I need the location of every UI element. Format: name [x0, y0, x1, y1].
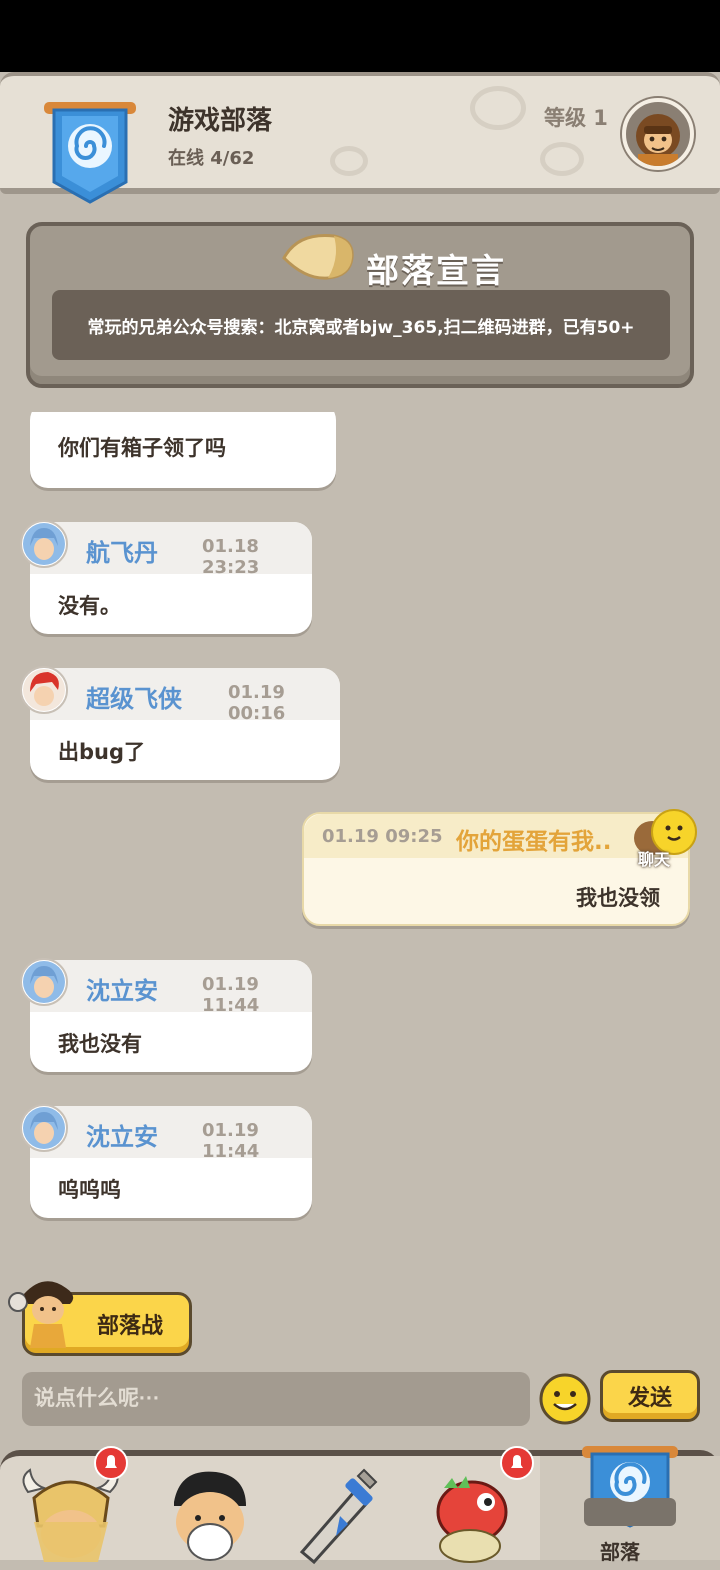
my-name: 你的蛋蛋有我.. — [456, 829, 612, 855]
caveman-avatar-icon — [636, 114, 680, 166]
sender-name[interactable]: 航飞丹 — [86, 533, 158, 568]
message-time: 01.18 23:23 — [202, 536, 260, 578]
sender-name[interactable]: 超级飞侠 — [86, 679, 182, 714]
nav-label-tribe: 部落 — [600, 1540, 640, 1564]
sender-avatar[interactable] — [20, 666, 68, 714]
chat-message: 超级飞侠 01.19 00:16 出bug了 — [30, 668, 340, 780]
message-text: 我也没有 — [58, 1032, 142, 1056]
tribe-leader-avatar-button[interactable] — [622, 98, 694, 170]
chat-message: 沈立安 01.19 11:44 呜呜呜 — [30, 1106, 312, 1218]
sender-avatar[interactable] — [20, 1104, 68, 1152]
tribe-manifesto-panel: 部落宣言 常玩的兄弟公众号搜索：北京窝或者bjw_365,扫二维码进群，已有50… — [26, 222, 694, 388]
chat-message-list[interactable]: 你们有箱子领了吗 航飞丹 01.18 23:23 没有。 超级飞侠 01.19 … — [0, 412, 720, 1252]
bottom-nav: 部落 — [0, 1446, 720, 1565]
horn-icon — [282, 233, 354, 280]
message-text: 出bug了 — [58, 740, 146, 764]
status-bar — [0, 0, 720, 72]
blue-hair-avatar-icon — [23, 523, 65, 565]
sender-avatar[interactable] — [20, 520, 68, 568]
message-text: 你们有箱子领了吗 — [58, 436, 226, 460]
manifesto-text: 常玩的兄弟公众号搜索：北京窝或者bjw_365,扫二维码进群，已有50+ — [52, 290, 670, 360]
sender-name[interactable]: 沈立安 — [86, 971, 158, 1006]
chat-badge-label: 聊天 — [638, 850, 671, 869]
tribe-emblem-icon[interactable] — [42, 96, 138, 208]
notification-bell-icon — [500, 1446, 534, 1480]
sword-icon — [299, 1468, 378, 1565]
chat-message: 航飞丹 01.18 23:23 没有。 — [30, 522, 312, 634]
message-text: 没有。 — [58, 594, 121, 618]
sender-name[interactable]: 沈立安 — [86, 1117, 158, 1152]
tribe-level: 等级 1 — [544, 106, 608, 130]
online-count: 在线 4/62 — [168, 148, 255, 169]
chat-message: 你们有箱子领了吗 — [30, 412, 336, 488]
tribe-name: 游戏部落 — [168, 106, 273, 136]
message-time: 01.19 09:25 — [322, 826, 443, 847]
chat-input[interactable] — [22, 1372, 530, 1426]
emoji-icon[interactable] — [538, 1372, 592, 1426]
blue-hair-avatar-icon — [23, 1107, 65, 1149]
tribe-header: 游戏部落 在线 4/62 等级 1 — [0, 72, 720, 204]
tribe-emblem-icon — [582, 1446, 678, 1528]
decor-swirl — [540, 142, 584, 176]
message-time: 01.19 00:16 — [228, 682, 286, 724]
blue-hair-avatar-icon — [23, 961, 65, 1003]
message-text: 我也没领 — [576, 886, 660, 910]
caveman-warrior-icon — [8, 1281, 74, 1348]
decor-swirl — [330, 146, 368, 176]
message-time: 01.19 11:44 — [202, 1120, 260, 1162]
manifesto-title: 部落宣言 — [366, 251, 506, 290]
nav-item-tribe[interactable] — [570, 1438, 690, 1542]
warrior-face-icon — [174, 1471, 246, 1561]
chat-message: 沈立安 01.19 11:44 我也没有 — [30, 960, 312, 1072]
send-button[interactable]: 发送 — [600, 1370, 700, 1422]
message-time: 01.19 11:44 — [202, 974, 260, 1016]
sender-avatar[interactable] — [20, 958, 68, 1006]
nav-item-equipment[interactable] — [284, 1462, 404, 1566]
notification-bell-icon — [94, 1446, 128, 1480]
nav-item-characters[interactable] — [150, 1462, 270, 1566]
message-text: 呜呜呜 — [58, 1178, 121, 1202]
decor-swirl — [470, 86, 526, 130]
red-hair-avatar-icon — [23, 669, 65, 711]
